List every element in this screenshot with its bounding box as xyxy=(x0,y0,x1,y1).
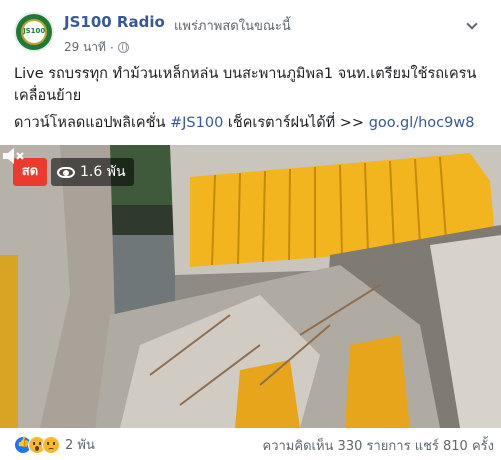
avatar-logo: JS100 xyxy=(21,19,47,45)
video-yellow-debris-2 xyxy=(345,335,410,428)
post-header: JS100 JS100 Radio แพร่ภาพสดในขณะนี้ 29 น… xyxy=(14,12,494,56)
post-app-line: ดาวน์โหลดแอปพลิเคชั่น #JS100 เช็คเรตาร์ฝ… xyxy=(14,113,494,133)
video-frame xyxy=(0,145,501,428)
app-line-middle: เช็คเรตาร์ฝนได้ที่ >> xyxy=(227,115,365,131)
comments-count-link[interactable]: ความคิดเห็น 330 รายการ xyxy=(263,439,411,454)
video-yellow-debris-1 xyxy=(235,360,300,428)
globe-icon[interactable] xyxy=(117,42,129,53)
sad-icon xyxy=(42,435,60,454)
post-text: Live รถบรรทุก ทำม้วนเหล็กหล่น บนสะพานภูม… xyxy=(14,66,477,104)
shares-count-link[interactable]: แชร์ 810 ครั้ง xyxy=(415,439,494,454)
viewer-count-badge: 1.6 พัน xyxy=(51,158,134,186)
reactions-summary[interactable]: 2 พัน xyxy=(14,434,95,455)
eye-icon xyxy=(57,166,75,178)
hashtag-link[interactable]: #JS100 xyxy=(170,115,223,131)
external-link[interactable]: goo.gl/hoc9w8 xyxy=(369,115,475,131)
reaction-count: 2 พัน xyxy=(65,438,95,453)
avatar-logo-text: JS100 xyxy=(23,27,46,35)
post-footer: 2 พัน ความคิดเห็น 330 รายการ แชร์ 810 คร… xyxy=(14,432,494,454)
page-avatar[interactable]: JS100 xyxy=(14,12,54,52)
page-name-link[interactable]: JS100 Radio xyxy=(64,13,165,31)
post-timestamp[interactable]: 29 นาที xyxy=(64,38,106,57)
live-video-player[interactable]: สด 1.6 พัน xyxy=(0,145,501,428)
video-yellow-left xyxy=(0,255,18,428)
viewer-count: 1.6 พัน xyxy=(80,164,126,180)
post-meta: 29 นาที · xyxy=(64,38,129,57)
sound-icon[interactable] xyxy=(0,145,26,167)
live-status-text: แพร่ภาพสดในขณะนี้ xyxy=(174,19,291,34)
meta-separator: · xyxy=(109,40,114,55)
engagement-counts: ความคิดเห็น 330 รายการ แชร์ 810 ครั้ง xyxy=(263,435,494,456)
app-line-prefix: ดาวน์โหลดแอปพลิเคชั่น xyxy=(14,115,166,131)
